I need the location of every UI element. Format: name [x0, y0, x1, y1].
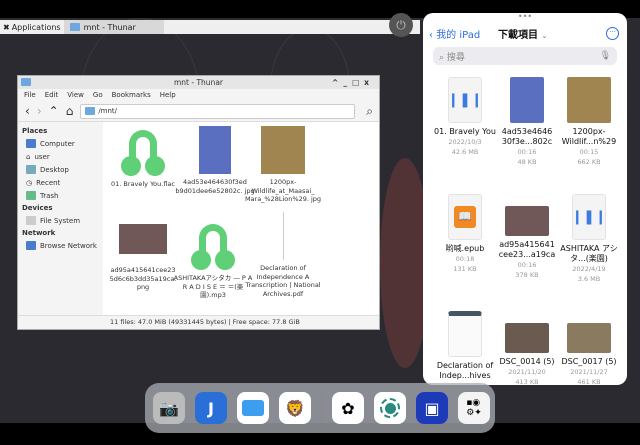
clock-icon: ◷ — [26, 178, 33, 187]
audio-file-icon: ❙❚❙ — [571, 194, 607, 240]
photos-icon[interactable]: ✿ — [332, 392, 364, 424]
drive-icon — [26, 216, 36, 225]
desktop-icon — [26, 165, 36, 174]
image-thumbnail — [567, 323, 611, 353]
up-icon[interactable]: ⌃ — [49, 104, 59, 118]
image-thumbnail — [261, 126, 305, 174]
file-item[interactable]: 1200px- Wildlif...n%29 00:15 662 KB — [557, 77, 621, 167]
toolbar: ‹ › ⌃ ⌂ /mnt/ ⌕ — [18, 101, 379, 121]
title-bar[interactable]: mnt - Thunar ^_□x — [18, 76, 379, 89]
folder-icon — [85, 107, 96, 115]
jellyfin-icon[interactable]: J — [195, 392, 227, 424]
home-icon[interactable]: ⌂ — [66, 104, 74, 118]
files-icon[interactable] — [237, 392, 269, 424]
app-library-icon[interactable]: ▪◉ ⚙✦ — [458, 392, 490, 424]
image-thumbnail — [510, 77, 544, 123]
lens-app-icon[interactable]: ▣ — [416, 392, 448, 424]
sidebar-item-browse-network[interactable]: Browse Network — [22, 239, 99, 252]
sidebar-item-user[interactable]: ⌂ user — [22, 150, 99, 163]
image-thumbnail — [505, 206, 549, 236]
top-panel: ✖ Applications mnt - Thunar — [0, 20, 420, 34]
dock-divider — [321, 392, 322, 424]
sidebar-item-computer[interactable]: Computer — [22, 137, 99, 150]
menu-edit[interactable]: Edit — [45, 91, 59, 99]
chevron-down-icon: ⌄ — [541, 31, 548, 40]
power-icon[interactable]: ⏻ — [389, 13, 413, 37]
sidebar-item-recent[interactable]: ◷ Recent — [22, 176, 99, 189]
book-icon: 📖 — [448, 194, 482, 240]
file-view: 01. Bravely You.flac 4ad53e464630f3ed b9… — [103, 122, 379, 315]
search-icon[interactable]: ⌕ — [366, 104, 373, 119]
image-thumbnail — [199, 126, 231, 174]
screen-record-icon[interactable] — [374, 392, 406, 424]
menu-bar: File Edit View Go Bookmarks Help — [18, 89, 379, 101]
back-icon[interactable]: ‹ — [25, 104, 30, 118]
folder-icon — [21, 78, 31, 86]
sidebar-item-file-system[interactable]: File System — [22, 214, 99, 227]
file-item[interactable]: 1200px- Wildlife_at_Maasai_ Mara_%28Lion… — [243, 126, 323, 204]
audio-file-icon: ❙❚❙ — [447, 77, 483, 123]
status-bar: 11 files: 47.0 MiB (49331445 bytes) | Fr… — [18, 315, 379, 328]
microphone-icon[interactable]: 🎙 — [600, 51, 611, 61]
sidebar: Places Computer ⌂ user Desktop ◷ Recent Tr… — [18, 122, 103, 315]
image-thumbnail — [119, 224, 167, 254]
image-thumbnail — [505, 323, 549, 353]
document-thumbnail — [448, 311, 482, 357]
search-input[interactable]: ⌕ 搜尋 🎙 — [433, 47, 617, 65]
menu-file[interactable]: File — [24, 91, 36, 99]
file-item[interactable]: ad95a415641 cee23...a19ca 00:16 378 KB — [495, 194, 559, 280]
ipad-files-app: ••• ‹ 我的 iPad 下載項目 ⌄ ··· ⌕ 搜尋 🎙 ❙❚❙ 01. Br… — [423, 13, 627, 387]
sidebar-item-desktop[interactable]: Desktop — [22, 163, 99, 176]
file-item[interactable]: ad95a415641cee23 5d6c6b3dd35a19ca. png — [103, 224, 183, 292]
window-controls[interactable]: ^_□x — [332, 76, 374, 89]
home-icon: ⌂ — [26, 152, 31, 161]
file-item[interactable]: ASHITAKAアシタカ ― P A R A D I S E ＝ ＝(楽園).m… — [173, 222, 253, 300]
file-item[interactable]: 01. Bravely You.flac — [103, 128, 183, 189]
file-item[interactable]: ❙❚❙ 01. Bravely You 2022/10/3 42.6 MB — [433, 77, 497, 157]
image-thumbnail — [567, 77, 611, 123]
more-icon[interactable]: ··· — [606, 26, 619, 40]
file-item[interactable]: 📖 哟喊.epub 00:18 131 KB — [433, 194, 497, 274]
file-item[interactable]: Declaration of Independence A Transcript… — [243, 212, 323, 298]
trash-icon — [26, 191, 36, 200]
camera-icon[interactable]: 📷 — [153, 392, 185, 424]
music-file-icon — [191, 222, 235, 270]
brave-icon[interactable]: 🦁 — [279, 392, 311, 424]
thunar-window: mnt - Thunar ^_□x File Edit View Go Bookm… — [17, 75, 380, 330]
menu-bookmarks[interactable]: Bookmarks — [112, 91, 151, 99]
applications-menu[interactable]: ✖ Applications — [0, 23, 64, 32]
music-file-icon — [121, 128, 165, 176]
file-item[interactable]: DSC_0017 (5) 2021/11/27 461 KB — [557, 311, 621, 387]
taskbar-item-thunar[interactable]: mnt - Thunar — [63, 20, 164, 34]
dock: 📷 J 🦁 ✿ ▣ ▪◉ ⚙✦ — [145, 383, 495, 433]
folder-title[interactable]: 下載項目 ⌄ — [498, 26, 547, 41]
back-button[interactable]: ‹ 我的 iPad — [429, 26, 480, 41]
file-item[interactable]: Declaration of Indep...hives — [433, 311, 497, 381]
menu-view[interactable]: View — [67, 91, 84, 99]
folder-icon — [69, 23, 80, 31]
pdf-thumbnail — [282, 212, 284, 260]
network-icon — [26, 241, 36, 250]
file-item[interactable]: ❙❚❙ ASHITAKA アシタ...(楽園) 2022/4/19 3.6 MB — [557, 194, 621, 284]
location-bar[interactable]: /mnt/ — [80, 103, 356, 119]
applications-icon: ✖ — [3, 22, 10, 32]
computer-icon — [26, 139, 36, 148]
forward-icon[interactable]: › — [37, 104, 42, 118]
multitask-handle[interactable]: ••• — [423, 13, 627, 21]
file-item[interactable]: DSC_0014 (5) 2021/11/20 413 KB — [495, 311, 559, 387]
file-item[interactable]: 4ad53e4646 30f3e...802c 00:16 48 KB — [495, 77, 559, 167]
sidebar-item-trash[interactable]: Trash — [22, 189, 99, 202]
menu-go[interactable]: Go — [93, 91, 103, 99]
menu-help[interactable]: Help — [160, 91, 176, 99]
